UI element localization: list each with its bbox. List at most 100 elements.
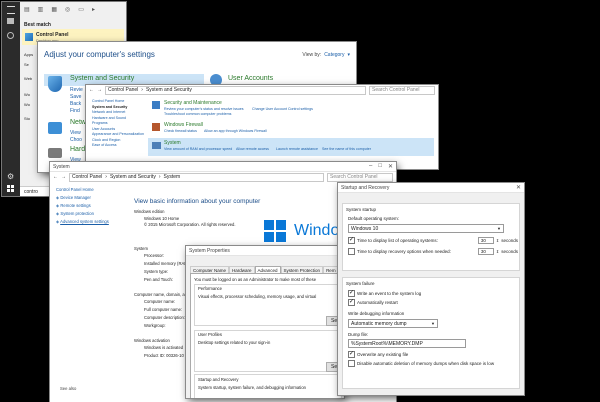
ss-link[interactable]: Check firewall status	[164, 129, 197, 133]
overwrite-checkbox[interactable]	[348, 350, 355, 358]
default-os-select[interactable]: Windows 10 ▼	[348, 224, 504, 233]
ss-search-input[interactable]: Search Control Panel	[369, 85, 435, 95]
settings-icon[interactable]: ⚙	[7, 172, 14, 181]
ss-breadcrumb[interactable]: Control Panel › System and Security	[105, 85, 366, 95]
auto-restart-checkbox[interactable]	[348, 298, 355, 306]
forward-icon[interactable]: →	[61, 174, 66, 180]
disable-auto-delete-label: Disable automatic deletion of memory dum…	[357, 361, 495, 366]
chevron-down-icon[interactable]: ▾	[347, 52, 350, 58]
filter-apps-icon[interactable]: ▥	[38, 6, 44, 13]
filter-all-icon[interactable]: ▤	[24, 6, 30, 13]
windows-start-icon[interactable]	[7, 185, 14, 192]
edition-line: © 2015 Microsoft Corporation. All rights…	[144, 222, 236, 227]
edition-line: Windows 10 Home	[144, 216, 180, 221]
time-list-checkbox[interactable]	[348, 236, 355, 244]
cp-link[interactable]: Revie	[70, 87, 83, 93]
auto-restart-label: Automatically restart	[357, 300, 398, 305]
time-list-row: Time to display list of operating system…	[348, 236, 518, 244]
startup-title: Startup and Recovery	[198, 377, 239, 382]
disable-auto-delete-checkbox[interactable]	[348, 360, 355, 367]
back-icon[interactable]: ←	[89, 87, 94, 93]
maximize-icon[interactable]: □	[378, 163, 382, 170]
breadcrumb-item[interactable]: System and Security	[110, 174, 156, 180]
close-icon[interactable]: ✕	[388, 163, 393, 170]
side-label-4: Wo	[24, 102, 30, 107]
shield-icon: ◈	[56, 219, 60, 224]
filter-web-icon[interactable]: ◎	[65, 6, 70, 13]
filter-more-icon[interactable]: ▸	[92, 6, 95, 13]
cp-user-accounts[interactable]: User Accounts	[228, 75, 273, 82]
ss-link[interactable]: Allow remote access	[236, 147, 269, 151]
system-security-window: ← → Control Panel › System and Security …	[86, 85, 438, 169]
cp-link[interactable]: Find	[70, 108, 80, 114]
ss-section-title[interactable]: System	[164, 140, 181, 146]
spinner-arrows-icon[interactable]: ⇕	[496, 249, 499, 254]
filter-docs-icon[interactable]: ▦	[51, 6, 57, 13]
system-protection-link[interactable]: ◈ System protection	[56, 210, 126, 218]
breadcrumb-item[interactable]: Control Panel	[72, 174, 102, 180]
time-recovery-value: 30	[480, 249, 486, 254]
sp-admin-note: You must be logged on as an Administrato…	[194, 277, 317, 282]
clock-icon[interactable]	[7, 32, 14, 39]
breadcrumb-item[interactable]: Control Panel	[108, 87, 138, 93]
remote-settings-link[interactable]: ◈ Remote settings	[56, 202, 126, 210]
debug-type-value: Automatic memory dump	[351, 320, 407, 327]
cp-link[interactable]: Save	[70, 94, 81, 100]
close-icon[interactable]: ✕	[516, 184, 521, 191]
ss-link[interactable]: Allow an app through Windows Firewall	[204, 129, 267, 133]
ss-link[interactable]: Review your computer's status and resolv…	[164, 107, 244, 111]
breadcrumb-item[interactable]: System	[164, 174, 181, 180]
write-event-checkbox[interactable]	[348, 289, 355, 297]
system-properties-dialog: System Properties Computer Name Hardware…	[186, 246, 344, 398]
ss-link[interactable]: View amount of RAM and processor speed	[164, 147, 232, 151]
view-by-dropdown[interactable]: Category	[324, 52, 344, 58]
hamburger-icon[interactable]	[7, 6, 15, 14]
forward-icon[interactable]: →	[97, 87, 102, 93]
overwrite-row: Overwrite any existing file	[348, 350, 408, 358]
cp-category-title-0[interactable]: System and Security	[70, 75, 134, 82]
windows-logo-icon	[264, 220, 286, 242]
system-label: System type:	[144, 269, 169, 274]
time-recovery-spinner[interactable]: 30	[477, 248, 494, 255]
device-manager-link[interactable]: ◈ Device Manager	[56, 194, 126, 202]
ss-section-title[interactable]: Windows Firewall	[164, 122, 203, 128]
back-icon[interactable]: ←	[53, 174, 58, 180]
sr-system-startup-label: System startup	[346, 207, 377, 212]
cp-link[interactable]: View	[70, 130, 81, 136]
cp-category-title-2[interactable]: Hard	[70, 146, 85, 153]
cp-link[interactable]: Back	[70, 101, 81, 107]
ss-link[interactable]: Launch remote assistance	[276, 147, 318, 151]
dump-file-input[interactable]: %SystemRoot%\MEMORY.DMP	[348, 339, 466, 348]
auto-restart-row: Automatically restart	[348, 298, 398, 306]
cp-category-title-1[interactable]: Netw	[70, 119, 86, 126]
breadcrumb-separator-icon: ›	[105, 174, 107, 180]
debug-type-select[interactable]: Automatic memory dump ▼	[348, 319, 438, 328]
breadcrumb-item[interactable]: System and Security	[146, 87, 192, 93]
advanced-settings-link[interactable]: ◈ Advanced system settings	[56, 218, 126, 226]
time-recovery-checkbox[interactable]	[348, 248, 355, 255]
network-icon	[48, 122, 62, 134]
spinner-arrows-icon[interactable]: ⇕	[496, 238, 499, 243]
cp-link[interactable]: Choo	[70, 137, 82, 143]
filter-folder-icon[interactable]: ▭	[78, 6, 84, 13]
home-icon[interactable]	[7, 18, 14, 24]
system-nav-home[interactable]: Control Panel Home	[56, 186, 126, 194]
shield-icon: ◈	[56, 195, 60, 200]
ss-nav-item[interactable]: Appearance and Personalization	[92, 132, 146, 138]
time-recovery-label: Time to display recovery options when ne…	[357, 249, 451, 254]
startup-recovery-dialog: Startup and Recovery ✕ System startup De…	[338, 183, 524, 395]
ss-section-title[interactable]: Security and Maintenance	[164, 100, 222, 106]
system-breadcrumb[interactable]: Control Panel › System and Security › Sy…	[69, 172, 324, 182]
shield-icon	[48, 76, 62, 92]
ss-link[interactable]: See the name of this computer	[322, 147, 371, 151]
minimize-icon[interactable]: –	[369, 163, 372, 170]
user-profiles-title: User Profiles	[198, 332, 222, 337]
ss-nav-item[interactable]: Ease of Access	[92, 143, 146, 149]
time-list-spinner[interactable]: 30	[477, 237, 494, 244]
ss-link[interactable]: Troubleshoot common computer problems	[164, 112, 231, 116]
sr-title: Startup and Recovery	[341, 184, 390, 191]
view-by: View by: Category ▾	[302, 52, 350, 58]
system-search-input[interactable]: Search Control Panel	[327, 172, 393, 182]
hardware-icon	[48, 148, 62, 158]
ss-link[interactable]: Change User Account Control settings	[252, 107, 313, 111]
